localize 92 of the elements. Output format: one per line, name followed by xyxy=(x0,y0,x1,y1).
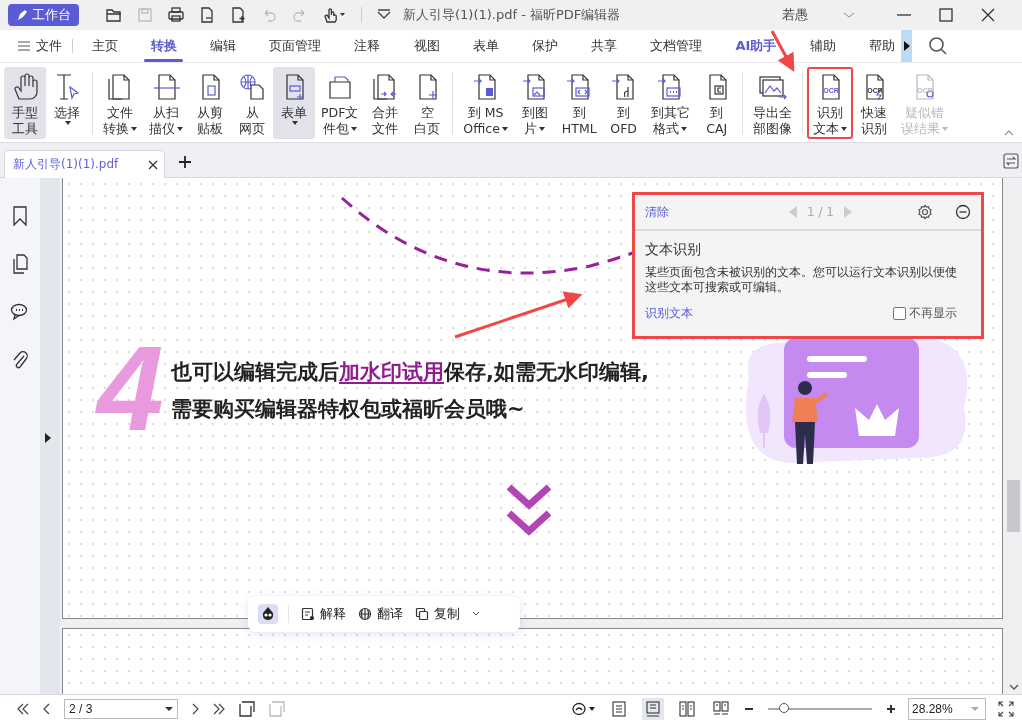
chevron-down-icon[interactable] xyxy=(472,611,480,617)
workspace-button[interactable]: 工作台 xyxy=(8,4,79,26)
window-title: 新人引导(1)(1).pdf - 福昕PDF编辑器 xyxy=(403,6,621,24)
globe-document-icon xyxy=(237,72,267,101)
first-page-icon[interactable] xyxy=(16,702,30,715)
ribbon-button[interactable]: 文件 转换 xyxy=(97,66,143,139)
ribbon-button[interactable]: 导出全 部图像 xyxy=(746,66,798,139)
menu-tab[interactable]: 注释 xyxy=(337,30,397,62)
ribbon-button[interactable]: 到 OFD xyxy=(602,66,645,139)
next-page-icon[interactable] xyxy=(190,702,200,715)
step-number: 4 xyxy=(97,328,164,448)
caret-right-icon xyxy=(903,41,910,51)
zoom-in-icon[interactable] xyxy=(886,703,896,714)
document-plus-icon[interactable] xyxy=(229,6,247,24)
explain-icon xyxy=(301,607,315,621)
menu-tab[interactable]: 主页 xyxy=(75,30,135,62)
ribbon-button[interactable]: 到 CAJ xyxy=(695,66,738,139)
promo-text: 需要购买编辑器特权包或福昕会员哦~ xyxy=(171,396,526,423)
scrollbar[interactable] xyxy=(1005,178,1022,694)
bookmark-icon[interactable] xyxy=(11,206,29,226)
ribbon-button[interactable]: 到 MS Office xyxy=(457,66,514,139)
chevron-down-icon[interactable] xyxy=(505,483,553,537)
expand-panel-icon[interactable] xyxy=(45,433,51,443)
menu-tab[interactable]: 编辑 xyxy=(193,30,253,62)
ribbon-button[interactable]: 到 HTML xyxy=(555,66,603,139)
page-counter: 1 / 1 xyxy=(807,205,834,219)
ribbon-button[interactable]: 合并 文件 xyxy=(364,66,407,139)
file-menu-button[interactable]: 文件 xyxy=(18,30,72,62)
reading-mode-icon[interactable] xyxy=(572,701,596,716)
ribbon-button[interactable]: 到其它 格式 xyxy=(644,66,696,139)
scrollbar-thumb[interactable] xyxy=(1007,480,1020,532)
settings-icon[interactable] xyxy=(917,204,933,220)
document-minus-icon[interactable] xyxy=(198,6,216,24)
folder-icon[interactable] xyxy=(105,6,123,24)
close-icon[interactable] xyxy=(148,159,159,170)
menu-tab[interactable]: 视图 xyxy=(396,30,457,62)
ribbon-button[interactable]: 选择 xyxy=(46,66,88,139)
menu-tab[interactable]: 保护 xyxy=(515,30,575,62)
previous-page-icon[interactable] xyxy=(42,702,52,715)
zoom-field[interactable]: 28.28% xyxy=(908,697,986,720)
add-tab-icon[interactable] xyxy=(179,156,192,168)
comments-icon[interactable] xyxy=(10,302,30,322)
collapse-ribbon-icon[interactable] xyxy=(1004,130,1014,136)
clear-link[interactable]: 清除 xyxy=(645,203,669,221)
pages-icon[interactable] xyxy=(11,254,29,274)
user-name[interactable]: 若愚 xyxy=(782,6,808,24)
ribbon-button[interactable]: 从剪 贴板 xyxy=(189,66,231,139)
ribbon-button[interactable]: 到图 片 xyxy=(513,66,556,139)
ribbon-button[interactable]: 从扫 描仪 xyxy=(143,66,189,139)
hand-icon[interactable] xyxy=(322,6,348,24)
recognize-text-link[interactable]: 识别文本 xyxy=(645,305,693,322)
close-icon[interactable] xyxy=(980,7,996,23)
minimize-icon[interactable] xyxy=(955,204,971,220)
ribbon-button[interactable]: 表单 xyxy=(273,66,315,139)
scanner-icon xyxy=(151,72,181,101)
search-icon[interactable] xyxy=(928,36,949,56)
ai-action-button[interactable]: 翻译 xyxy=(358,605,403,623)
continuous-page-icon[interactable] xyxy=(642,697,664,720)
globe-icon xyxy=(358,607,372,621)
panel-description: 某些页面包含未被识别的文本。您可以运行文本识别以便使这些文本可搜索或可编辑。 xyxy=(645,265,958,295)
scroll-right-button[interactable] xyxy=(901,30,913,62)
promo-text: 也可以编辑完成后加水印试用保存,如需无水印编辑, xyxy=(171,359,649,386)
ai-action-button[interactable]: 解释 xyxy=(301,605,346,623)
ribbon-button[interactable]: PDF文 件包 xyxy=(315,66,365,139)
dont-show-checkbox[interactable]: 不再显示 xyxy=(893,305,957,322)
maximize-icon[interactable] xyxy=(938,7,954,23)
menu-tab[interactable]: 文档管理 xyxy=(633,30,719,62)
pen-icon xyxy=(16,9,28,21)
last-page-icon[interactable] xyxy=(212,702,226,715)
panel-title: 文本识别 xyxy=(645,241,702,259)
page-number-field[interactable]: 2 / 3 xyxy=(64,698,178,719)
menu-tab[interactable]: 转换 xyxy=(134,30,194,62)
ribbon-button[interactable]: 空 白页 xyxy=(406,66,449,139)
ribbon-button[interactable]: 手型 工具 xyxy=(4,66,46,139)
rotate-page-icon[interactable] xyxy=(238,699,256,718)
menu-icon xyxy=(18,41,30,51)
ai-action-button[interactable]: 复制 xyxy=(415,605,460,623)
document-tab[interactable]: 新人引导(1)(1).pdf xyxy=(4,150,166,178)
menu-tab[interactable]: 页面管理 xyxy=(252,30,338,62)
ribbon-button[interactable]: 从 网页 xyxy=(231,66,273,139)
robot-avatar-icon[interactable] xyxy=(258,604,278,624)
menu-tab[interactable]: 共享 xyxy=(574,30,634,62)
scroll-down-icon[interactable] xyxy=(1008,684,1019,690)
menu-tab[interactable]: AI助手 xyxy=(718,30,793,62)
fullscreen-icon[interactable] xyxy=(998,700,1014,717)
menu-tab[interactable]: 帮助 xyxy=(852,30,912,62)
copy-icon xyxy=(415,607,429,621)
attachment-icon[interactable] xyxy=(11,350,29,370)
switch-icon[interactable] xyxy=(1003,153,1019,169)
menu-tab[interactable]: 表单 xyxy=(456,30,516,62)
print-icon[interactable] xyxy=(167,6,185,24)
menu-tab[interactable]: 辅助 xyxy=(792,30,853,62)
